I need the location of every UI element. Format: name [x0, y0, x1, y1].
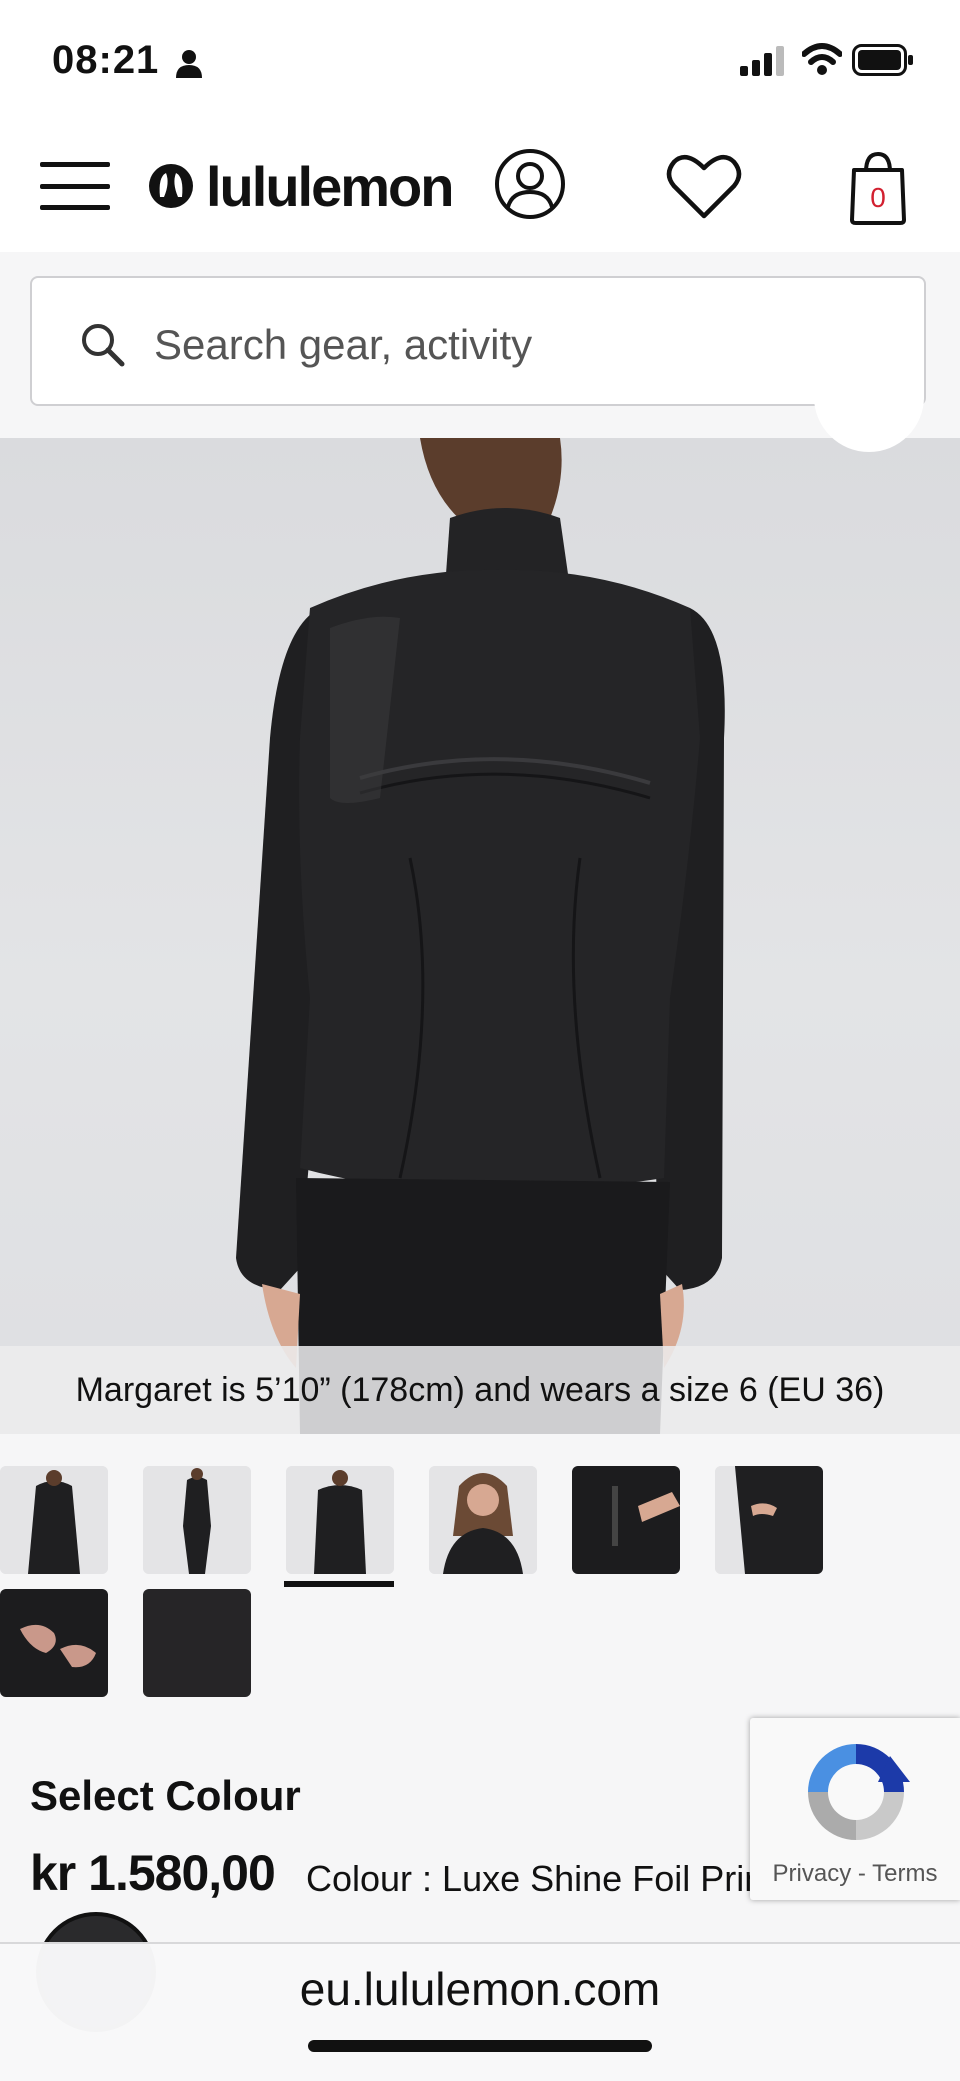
- recaptcha-separator: -: [851, 1860, 873, 1887]
- person-icon: [176, 50, 202, 78]
- recaptcha-icon: [808, 1744, 910, 1840]
- battery-icon: [852, 44, 913, 76]
- lululemon-logo-icon: [149, 164, 193, 208]
- wifi-icon: [802, 43, 842, 75]
- thumbnail-back[interactable]: [286, 1466, 394, 1574]
- thumbnail-fabric-swatch[interactable]: [143, 1589, 251, 1697]
- active-thumbnail-indicator: [284, 1581, 394, 1587]
- product-hero-image[interactable]: [0, 438, 960, 1434]
- search-icon: [82, 324, 125, 367]
- thumbnail-portrait[interactable]: [429, 1466, 537, 1574]
- account-icon[interactable]: [494, 148, 566, 220]
- thumbnail-front[interactable]: [0, 1466, 108, 1574]
- home-indicator[interactable]: [308, 2040, 652, 2052]
- site-header: [0, 120, 960, 252]
- signal-icon: [740, 46, 784, 76]
- browser-url[interactable]: eu.lululemon.com: [0, 1962, 960, 2016]
- status-time: 08:21: [52, 38, 160, 82]
- model-size-caption: Margaret is 5’10” (178cm) and wears a si…: [0, 1346, 960, 1434]
- recaptcha-privacy-link[interactable]: Privacy: [773, 1860, 852, 1887]
- product-price: kr 1.580,00: [30, 1845, 276, 1901]
- thumbnail-pocket-detail[interactable]: [572, 1466, 680, 1574]
- recaptcha-terms-link[interactable]: Terms: [872, 1860, 937, 1887]
- search-input[interactable]: [152, 314, 856, 376]
- jacket-back-image: [236, 438, 725, 1434]
- recaptcha-links: Privacy - Terms: [750, 1860, 960, 1888]
- brand-logo[interactable]: lululemon: [148, 150, 454, 222]
- thumbnail-full-body[interactable]: [143, 1466, 251, 1574]
- select-colour-heading: Select Colour: [30, 1772, 301, 1819]
- thumbnail-cuff-detail[interactable]: [715, 1466, 823, 1574]
- heart-icon[interactable]: [666, 152, 742, 220]
- bag-count-badge: 0: [870, 182, 886, 213]
- hamburger-menu-icon[interactable]: [40, 160, 110, 212]
- thumbnail-thumbhole-detail[interactable]: [0, 1589, 108, 1697]
- colour-name: Colour : Luxe Shine Foil Prin: [306, 1858, 765, 1899]
- brand-name: lululemon: [206, 154, 454, 218]
